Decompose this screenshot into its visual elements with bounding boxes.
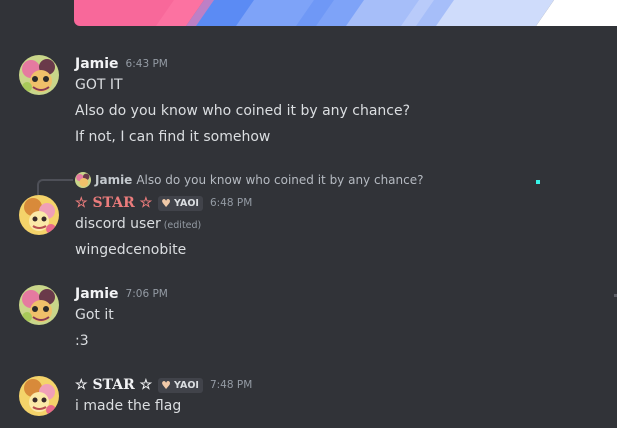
accent-dot: [536, 180, 540, 184]
avatar[interactable]: [19, 376, 59, 416]
username[interactable]: ☆ STAR ☆: [75, 377, 152, 393]
message-text: discord user (edited): [75, 214, 201, 234]
reply-text[interactable]: Also do you know who coined it by any ch…: [136, 173, 423, 187]
timestamp[interactable]: 7:48 PM: [210, 379, 252, 391]
username[interactable]: ☆ STAR ☆: [75, 195, 152, 211]
message-text: If not, I can find it somehow: [75, 129, 271, 145]
edited-label[interactable]: (edited): [164, 220, 202, 231]
message-text: :3: [75, 333, 89, 349]
message-text: Got it: [75, 307, 114, 323]
reply-avatar: [75, 172, 91, 188]
heart-icon: ♥: [161, 196, 172, 210]
username-text: STAR: [92, 195, 135, 211]
role-tag[interactable]: ♥ YAOI: [158, 377, 203, 393]
message-text: GOT IT: [75, 77, 123, 93]
timestamp[interactable]: 6:43 PM: [126, 58, 168, 70]
message-header: Jamie 6:43 PM: [75, 54, 168, 74]
star-suffix-icon: ☆: [139, 377, 153, 393]
flag-image[interactable]: [74, 0, 617, 26]
avatar[interactable]: [19, 195, 59, 235]
timestamp[interactable]: 7:06 PM: [126, 288, 168, 300]
avatar[interactable]: [19, 285, 59, 325]
message-text-content: discord user: [75, 216, 161, 232]
username[interactable]: Jamie: [75, 56, 119, 72]
username[interactable]: Jamie: [75, 286, 119, 302]
star-prefix-icon: ☆: [75, 195, 88, 211]
reply-spine: [37, 179, 73, 195]
message-header: Jamie 7:06 PM: [75, 284, 168, 304]
star-suffix-icon: ☆: [139, 195, 153, 211]
message-header: ☆ STAR ☆ ♥ YAOI 6:48 PM: [75, 193, 252, 213]
role-tag-label: YAOI: [174, 197, 199, 209]
heart-icon: ♥: [161, 378, 172, 392]
star-prefix-icon: ☆: [75, 377, 88, 393]
role-tag-label: YAOI: [174, 379, 199, 391]
message-header: ☆ STAR ☆ ♥ YAOI 7:48 PM: [75, 375, 252, 395]
message-text: Also do you know who coined it by any ch…: [75, 103, 411, 119]
reply-preview[interactable]: Jamie Also do you know who coined it by …: [75, 171, 423, 189]
message-text: wingedcenobite: [75, 242, 187, 258]
timestamp[interactable]: 6:48 PM: [210, 197, 252, 209]
message-text: i made the flag: [75, 398, 182, 414]
reply-author[interactable]: Jamie: [95, 173, 132, 187]
username-text: STAR: [92, 377, 135, 393]
avatar[interactable]: [19, 55, 59, 95]
role-tag[interactable]: ♥ YAOI: [158, 195, 203, 211]
